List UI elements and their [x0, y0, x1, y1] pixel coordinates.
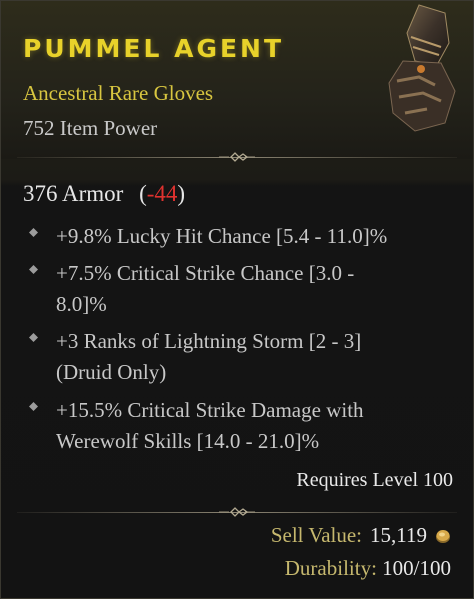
durability: Durability: 100/100 [285, 556, 451, 581]
sell-label: Sell Value: [270, 523, 363, 547]
gold-coin-icon [436, 529, 450, 543]
durability-value: 100/100 [382, 556, 451, 580]
item-power: 752 Item Power [23, 116, 158, 140]
affix-line: 8.0]% [56, 292, 107, 316]
armor-delta: -44 [146, 181, 178, 206]
footer-divider [17, 506, 457, 518]
diamond-bullet-icon [29, 228, 38, 237]
affix-line: +7.5% Critical Strike Chance [3.0 - [56, 261, 355, 285]
diamond-bullet-icon [29, 333, 38, 342]
affix-text: +7.5% Critical Strike Chance [3.0 - 8.0]… [56, 258, 456, 320]
diamond-bullet-icon [29, 265, 38, 274]
header-divider [17, 151, 457, 163]
armor-paren-close: ) [177, 181, 186, 206]
affix-text: +9.8% Lucky Hit Chance [5.4 - 11.0]% [56, 221, 456, 252]
divider-ornament-icon [219, 152, 255, 162]
armor-paren-open: ( [139, 181, 147, 206]
sell-value: Sell Value: 15,119 [271, 523, 451, 548]
affix-text: +3 Ranks of Lightning Storm [2 - 3] (Dru… [56, 326, 456, 388]
affix-line: +3 Ranks of Lightning Storm [2 - 3] [56, 329, 362, 353]
item-type: Ancestral Rare Gloves [23, 81, 214, 105]
affix-line: Werewolf Skills [14.0 - 21.0]% [56, 429, 320, 453]
diamond-bullet-icon [29, 402, 38, 411]
affix-text: +15.5% Critical Strike Damage with Werew… [56, 395, 456, 457]
affix-line: +15.5% Critical Strike Damage with [56, 398, 364, 422]
affix-line: +9.8% Lucky Hit Chance [5.4 - 11.0]% [56, 224, 388, 248]
armor-stat: 376 Armor (-44) [23, 181, 185, 207]
affix-line: (Druid Only) [56, 360, 167, 384]
durability-label: Durability: [284, 556, 377, 580]
armor-value: 376 Armor [23, 181, 124, 206]
sell-amount: 15,119 [370, 523, 427, 547]
gauntlet-icon [388, 4, 456, 132]
item-tooltip: PUMMEL AGENT Ancestral Rare Gloves 752 I… [0, 0, 474, 599]
divider-ornament-icon [219, 507, 255, 517]
level-requirement: Requires Level 100 [296, 469, 453, 491]
item-name: PUMMEL AGENT [23, 34, 285, 63]
